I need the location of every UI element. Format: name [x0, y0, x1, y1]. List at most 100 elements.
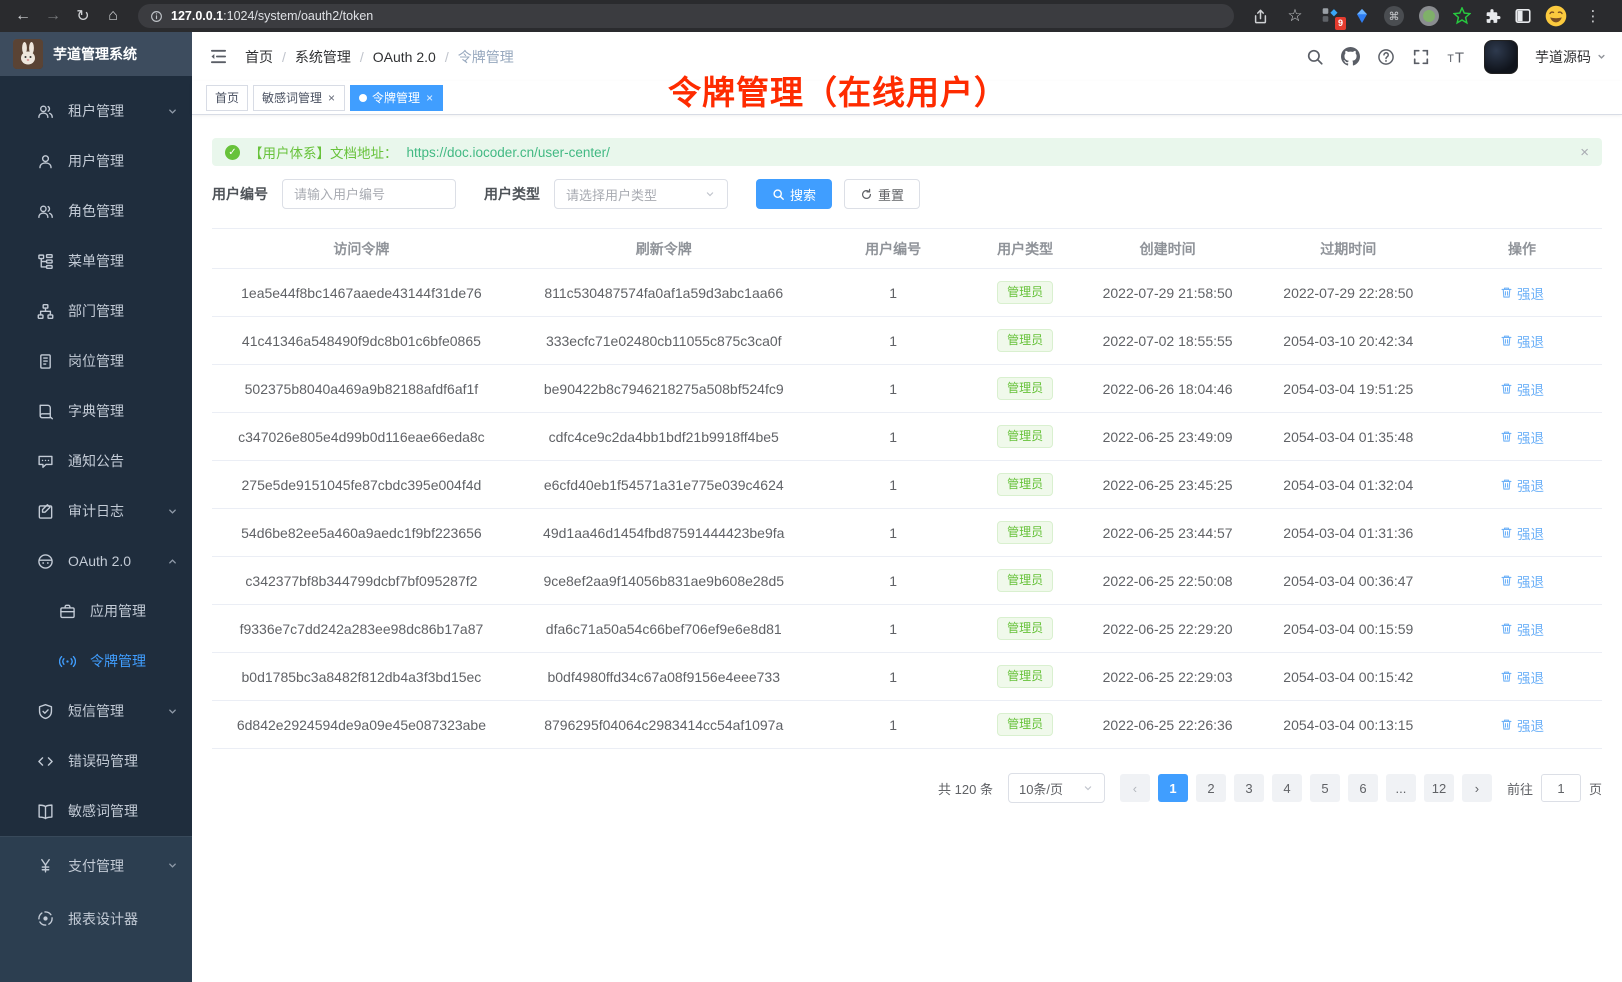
- sidebar-item-用户管理[interactable]: 用户管理: [0, 136, 192, 186]
- breadcrumb-separator: /: [445, 49, 449, 65]
- blocks-extension-icon[interactable]: 9: [1321, 6, 1341, 26]
- page-size-select[interactable]: 10条/页: [1008, 773, 1105, 803]
- sidebar-item-通知公告[interactable]: 通知公告: [0, 436, 192, 486]
- share-icon[interactable]: [1252, 8, 1269, 25]
- user-menu[interactable]: 芋道源码: [1535, 47, 1607, 67]
- force-logout-button[interactable]: 强退: [1500, 523, 1544, 543]
- page-button-3[interactable]: 3: [1234, 774, 1264, 802]
- access-token-cell: 6d842e2924594de9a09e45e087323abe: [212, 701, 511, 749]
- address-bar[interactable]: 127.0.0.1:1024/system/oauth2/token: [138, 4, 1234, 28]
- user-id-input[interactable]: [282, 179, 456, 209]
- doc-link[interactable]: https://doc.iocoder.cn/user-center/: [407, 145, 610, 160]
- breadcrumb-item[interactable]: OAuth 2.0: [373, 49, 436, 65]
- reset-button[interactable]: 重置: [844, 179, 920, 209]
- sidebar-item-支付管理[interactable]: 支付管理: [0, 839, 192, 892]
- sidebar-fold-icon[interactable]: [207, 46, 229, 68]
- page-button-5[interactable]: 5: [1310, 774, 1340, 802]
- force-logout-button[interactable]: 强退: [1500, 283, 1544, 303]
- site-info-icon[interactable]: [150, 10, 163, 23]
- force-logout-button[interactable]: 强退: [1500, 331, 1544, 351]
- sidebar-item-应用管理[interactable]: 应用管理: [0, 586, 192, 636]
- page-button-1[interactable]: 1: [1158, 774, 1188, 802]
- url-path: :1024/system/oauth2/token: [223, 9, 373, 23]
- sidebar-item-角色管理[interactable]: 角色管理: [0, 186, 192, 236]
- force-logout-label: 强退: [1517, 427, 1544, 447]
- force-logout-button[interactable]: 强退: [1500, 427, 1544, 447]
- page-button-...[interactable]: ...: [1386, 774, 1416, 802]
- browser-reload-icon[interactable]: ↻: [70, 3, 96, 29]
- search-icon[interactable]: [1306, 48, 1324, 66]
- fullscreen-icon[interactable]: [1412, 48, 1430, 66]
- user-type-cell: 管理员: [970, 413, 1081, 461]
- table-row: c342377bf8b344799dcbf7bf095287f2 9ce8ef2…: [212, 557, 1602, 605]
- sidebar-item-label: 应用管理: [90, 601, 146, 621]
- app-title: 芋道管理系统: [53, 44, 137, 64]
- breadcrumb-item[interactable]: 系统管理: [295, 47, 351, 67]
- alert-close-icon[interactable]: ×: [1580, 144, 1589, 161]
- bookmark-star-icon[interactable]: ☆: [1282, 3, 1308, 29]
- page-button-4[interactable]: 4: [1272, 774, 1302, 802]
- force-logout-button[interactable]: 强退: [1500, 379, 1544, 399]
- user-id-cell: 1: [817, 365, 970, 413]
- sidebar-item-错误码管理[interactable]: 错误码管理: [0, 736, 192, 786]
- browser-menu-kebab-icon[interactable]: ⋮: [1580, 3, 1606, 29]
- sidebar-item-OAuth 2.0[interactable]: OAuth 2.0: [0, 536, 192, 586]
- sidebar-item-菜单管理[interactable]: 菜单管理: [0, 236, 192, 286]
- search-button[interactable]: 搜索: [756, 179, 832, 209]
- sidebar-item-短信管理[interactable]: 短信管理: [0, 686, 192, 736]
- green-dot-extension-icon[interactable]: [1418, 5, 1440, 27]
- page-button-6[interactable]: 6: [1348, 774, 1378, 802]
- sidebar-item-敏感词管理[interactable]: 敏感词管理: [0, 786, 192, 836]
- github-icon[interactable]: [1341, 47, 1360, 66]
- force-logout-button[interactable]: 强退: [1500, 571, 1544, 591]
- command-extension-icon[interactable]: ⌘: [1383, 5, 1405, 27]
- browser-right-icons: ☆ 9 ⌘ ⋮: [1246, 3, 1612, 29]
- user-avatar[interactable]: [1484, 40, 1518, 74]
- force-logout-label: 强退: [1517, 571, 1544, 591]
- breadcrumb-item[interactable]: 首页: [245, 47, 273, 67]
- force-logout-button[interactable]: 强退: [1500, 715, 1544, 735]
- sidebar-item-部门管理[interactable]: 部门管理: [0, 286, 192, 336]
- report-designer-icon: [37, 910, 54, 927]
- browser-home-icon[interactable]: ⌂: [100, 3, 126, 29]
- app-logo[interactable]: 芋道管理系统: [0, 32, 192, 76]
- sidebar-item-字典管理[interactable]: 字典管理: [0, 386, 192, 436]
- split-view-icon[interactable]: [1514, 7, 1532, 25]
- page-button-2[interactable]: 2: [1196, 774, 1226, 802]
- profile-emoji-avatar[interactable]: [1545, 5, 1567, 27]
- sidebar-item-label: 字典管理: [68, 401, 124, 421]
- force-logout-button[interactable]: 强退: [1500, 619, 1544, 639]
- font-size-icon[interactable]: TT: [1447, 49, 1467, 64]
- tab-close-icon[interactable]: ×: [327, 91, 336, 105]
- sidebar-item-审计日志[interactable]: 审计日志: [0, 486, 192, 536]
- goto-input[interactable]: [1541, 774, 1581, 802]
- prev-page-button[interactable]: ‹: [1120, 774, 1150, 802]
- next-page-button[interactable]: ›: [1462, 774, 1492, 802]
- tab-首页[interactable]: 首页: [206, 85, 248, 111]
- sidebar-item-租户管理[interactable]: 租户管理: [0, 86, 192, 136]
- extensions-puzzle-icon[interactable]: [1484, 8, 1501, 25]
- browser-forward-icon[interactable]: →: [40, 3, 66, 29]
- user-type-select[interactable]: 请选择用户类型: [554, 179, 728, 209]
- goto-label: 前往: [1507, 779, 1533, 798]
- action-cell: 强退: [1442, 413, 1602, 461]
- sidebar-item-报表设计器[interactable]: 报表设计器: [0, 892, 192, 945]
- tab-close-icon[interactable]: ×: [425, 91, 434, 105]
- diamond-extension-icon[interactable]: [1354, 8, 1370, 24]
- tab-令牌管理[interactable]: 令牌管理 ×: [350, 85, 443, 111]
- page-button-12[interactable]: 12: [1424, 774, 1454, 802]
- column-header: 用户类型: [970, 229, 1081, 269]
- refresh-token-cell: cdfc4ce9c2da4bb1bdf21b9918ff4be5: [511, 413, 817, 461]
- user-id-cell: 1: [817, 509, 970, 557]
- browser-back-icon[interactable]: ←: [10, 3, 36, 29]
- sidebar-bottom-menu: 支付管理 报表设计器: [0, 836, 192, 982]
- force-logout-button[interactable]: 强退: [1500, 667, 1544, 687]
- user-id-cell: 1: [817, 413, 970, 461]
- tab-敏感词管理[interactable]: 敏感词管理 ×: [253, 85, 345, 111]
- force-logout-button[interactable]: 强退: [1500, 475, 1544, 495]
- help-icon[interactable]: [1377, 48, 1395, 66]
- created-time-cell: 2022-06-26 18:04:46: [1081, 365, 1255, 413]
- sidebar-item-岗位管理[interactable]: 岗位管理: [0, 336, 192, 386]
- green-star-extension-icon[interactable]: [1453, 7, 1471, 25]
- sidebar-item-令牌管理[interactable]: 令牌管理: [0, 636, 192, 686]
